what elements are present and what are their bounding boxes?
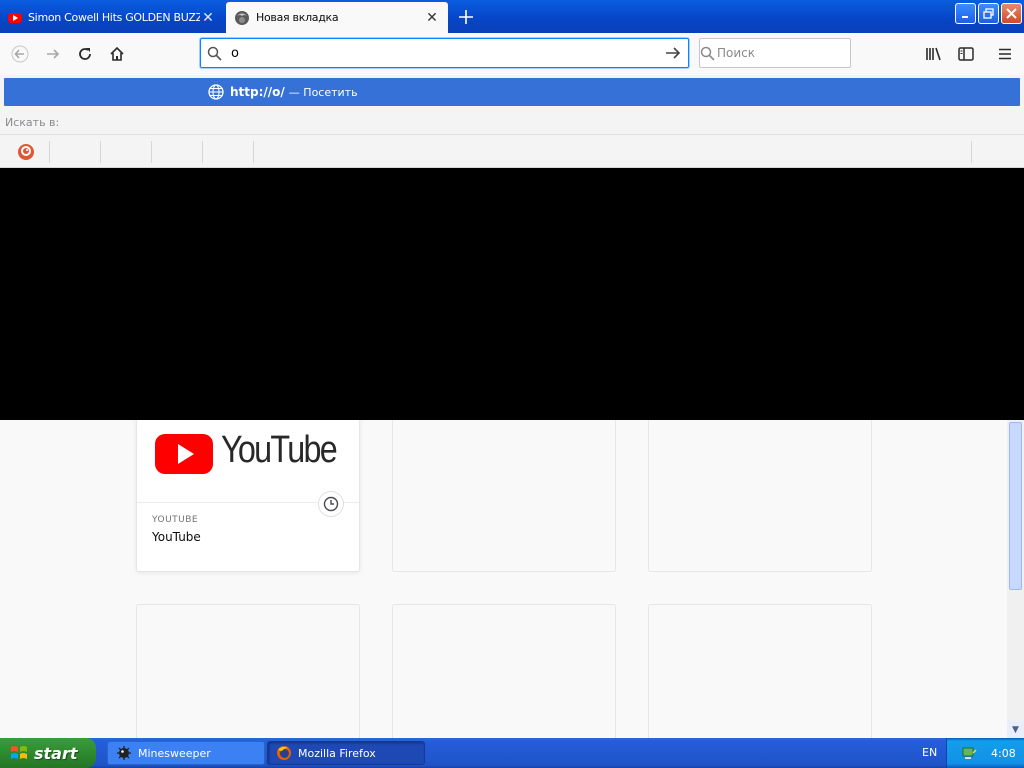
back-arrow-icon	[11, 45, 29, 63]
network-icon[interactable]	[961, 745, 977, 761]
sidebar-button[interactable]	[951, 39, 981, 69]
start-label: start	[34, 743, 78, 763]
youtube-logo-text: YouTube	[221, 429, 338, 471]
search-icon	[201, 46, 227, 61]
library-icon	[926, 47, 941, 61]
url-input[interactable]	[227, 40, 658, 66]
taskbar-item-minesweeper[interactable]: Minesweeper	[107, 741, 265, 765]
search-engine-row	[0, 134, 1024, 168]
engine-slot[interactable]	[0, 141, 50, 163]
windows-logo-icon	[11, 746, 27, 759]
top-site-tile-empty[interactable]	[648, 404, 872, 572]
suggestion-visit[interactable]: http://o/ — Посетить	[4, 78, 1020, 106]
search-bar	[699, 38, 867, 68]
autocomplete-popup: http://o/ — Посетить Искать в:	[0, 75, 1024, 168]
go-arrow-icon[interactable]	[658, 45, 688, 61]
new-tab-button[interactable]	[454, 5, 478, 29]
search-icon	[700, 46, 715, 61]
suggestion-action: — Посетить	[288, 85, 358, 99]
reload-icon	[79, 48, 91, 60]
close-icon	[1006, 8, 1017, 19]
search-input[interactable]	[715, 46, 867, 60]
top-site-tile-empty[interactable]	[392, 404, 616, 572]
tab-strip: Simon Cowell Hits GOLDEN BUZZER ✕ Новая …	[0, 0, 1024, 33]
taskbar: start Minesweeper Mozilla Firefox EN 4:0…	[0, 738, 1024, 768]
top-site-tile-empty[interactable]	[392, 604, 616, 738]
language-indicator[interactable]: EN	[922, 746, 937, 759]
hamburger-menu-icon	[999, 48, 1011, 60]
suggestion-url: http://o/	[230, 85, 285, 99]
tab-youtube[interactable]: Simon Cowell Hits GOLDEN BUZZER ✕	[0, 2, 224, 33]
minimize-button[interactable]	[955, 3, 976, 24]
firefox-icon	[235, 10, 249, 25]
menu-button[interactable]	[990, 39, 1020, 69]
top-site-tile-empty[interactable]	[648, 604, 872, 738]
clock-icon	[318, 491, 344, 517]
tile-hostname: YOUTUBE	[152, 515, 199, 525]
firefox-icon	[277, 746, 291, 760]
close-icon[interactable]: ✕	[424, 10, 440, 26]
search-settings-slot[interactable]	[972, 141, 1024, 163]
restore-button[interactable]	[978, 3, 999, 24]
close-icon[interactable]: ✕	[200, 10, 216, 26]
engine-slot[interactable]	[101, 141, 152, 163]
new-tab-page: YouTube YOUTUBE YouTube ▼	[0, 168, 1024, 738]
engine-slot[interactable]	[50, 141, 101, 163]
navigation-toolbar	[0, 33, 1024, 75]
sidebar-icon	[958, 47, 974, 61]
youtube-icon	[8, 12, 22, 23]
globe-icon	[208, 84, 224, 100]
restore-icon	[983, 8, 994, 19]
reload-button[interactable]	[70, 39, 100, 69]
minimize-icon	[961, 15, 968, 18]
top-site-tile-youtube[interactable]: YouTube YOUTUBE YouTube	[136, 404, 360, 572]
top-site-tile-empty[interactable]	[136, 604, 360, 738]
back-button[interactable]	[5, 39, 35, 69]
vertical-scrollbar[interactable]: ▼	[1007, 420, 1024, 738]
system-tray: 4:08	[946, 738, 1024, 768]
start-button[interactable]: start	[0, 738, 96, 768]
engine-slot-spacer	[254, 141, 972, 163]
tab-new-tab[interactable]: Новая вкладка ✕	[226, 2, 448, 33]
minesweeper-icon	[117, 746, 131, 760]
close-window-button[interactable]	[1001, 3, 1022, 24]
forward-button[interactable]	[38, 39, 68, 69]
clock: 4:08	[991, 746, 1016, 760]
tab-title: Новая вкладка	[256, 11, 339, 24]
taskbar-item-label: Minesweeper	[138, 746, 211, 760]
home-icon	[110, 46, 124, 61]
tab-title: Simon Cowell Hits GOLDEN BUZZER	[28, 11, 200, 24]
taskbar-item-label: Mozilla Firefox	[298, 746, 376, 760]
scroll-down-arrow-icon[interactable]: ▼	[1007, 721, 1024, 738]
taskbar-item-firefox[interactable]: Mozilla Firefox	[267, 741, 425, 765]
plus-icon	[459, 10, 473, 24]
black-overlay	[0, 168, 1024, 420]
engine-slot[interactable]	[152, 141, 203, 163]
search-with-label: Искать в:	[5, 116, 60, 129]
url-bar	[200, 38, 689, 68]
home-button[interactable]	[102, 39, 132, 69]
scrollbar-thumb[interactable]	[1009, 422, 1022, 590]
engine-slot[interactable]	[203, 141, 254, 163]
forward-arrow-icon	[47, 49, 60, 59]
library-button[interactable]	[919, 39, 949, 69]
tile-title: YouTube	[152, 530, 201, 544]
